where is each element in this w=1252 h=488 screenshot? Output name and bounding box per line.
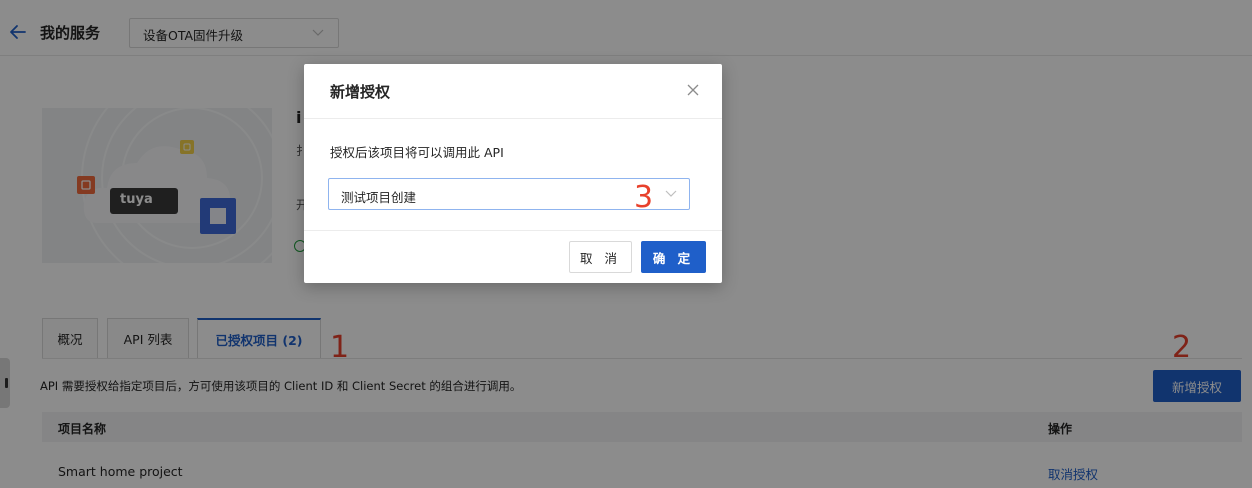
cancel-button[interactable]: 取 消 bbox=[569, 241, 632, 273]
modal-header-divider bbox=[304, 118, 722, 119]
annotation-3: 3 bbox=[634, 180, 654, 215]
close-icon[interactable] bbox=[686, 83, 700, 97]
confirm-button[interactable]: 确 定 bbox=[641, 241, 706, 273]
page: 我的服务 设备OTA固件升级 tuya i 扌 开 概况 API 列表 已授权项… bbox=[0, 0, 1252, 488]
add-authorization-modal: 新增授权 授权后该项目将可以调用此 API 测试项目创建 3 取 消 确 定 bbox=[304, 64, 722, 283]
chevron-down-icon bbox=[665, 190, 677, 197]
modal-title: 新增授权 bbox=[330, 83, 391, 101]
modal-footer-divider bbox=[304, 230, 722, 231]
project-select-value: 测试项目创建 bbox=[341, 190, 417, 205]
modal-description: 授权后该项目将可以调用此 API bbox=[330, 145, 504, 160]
